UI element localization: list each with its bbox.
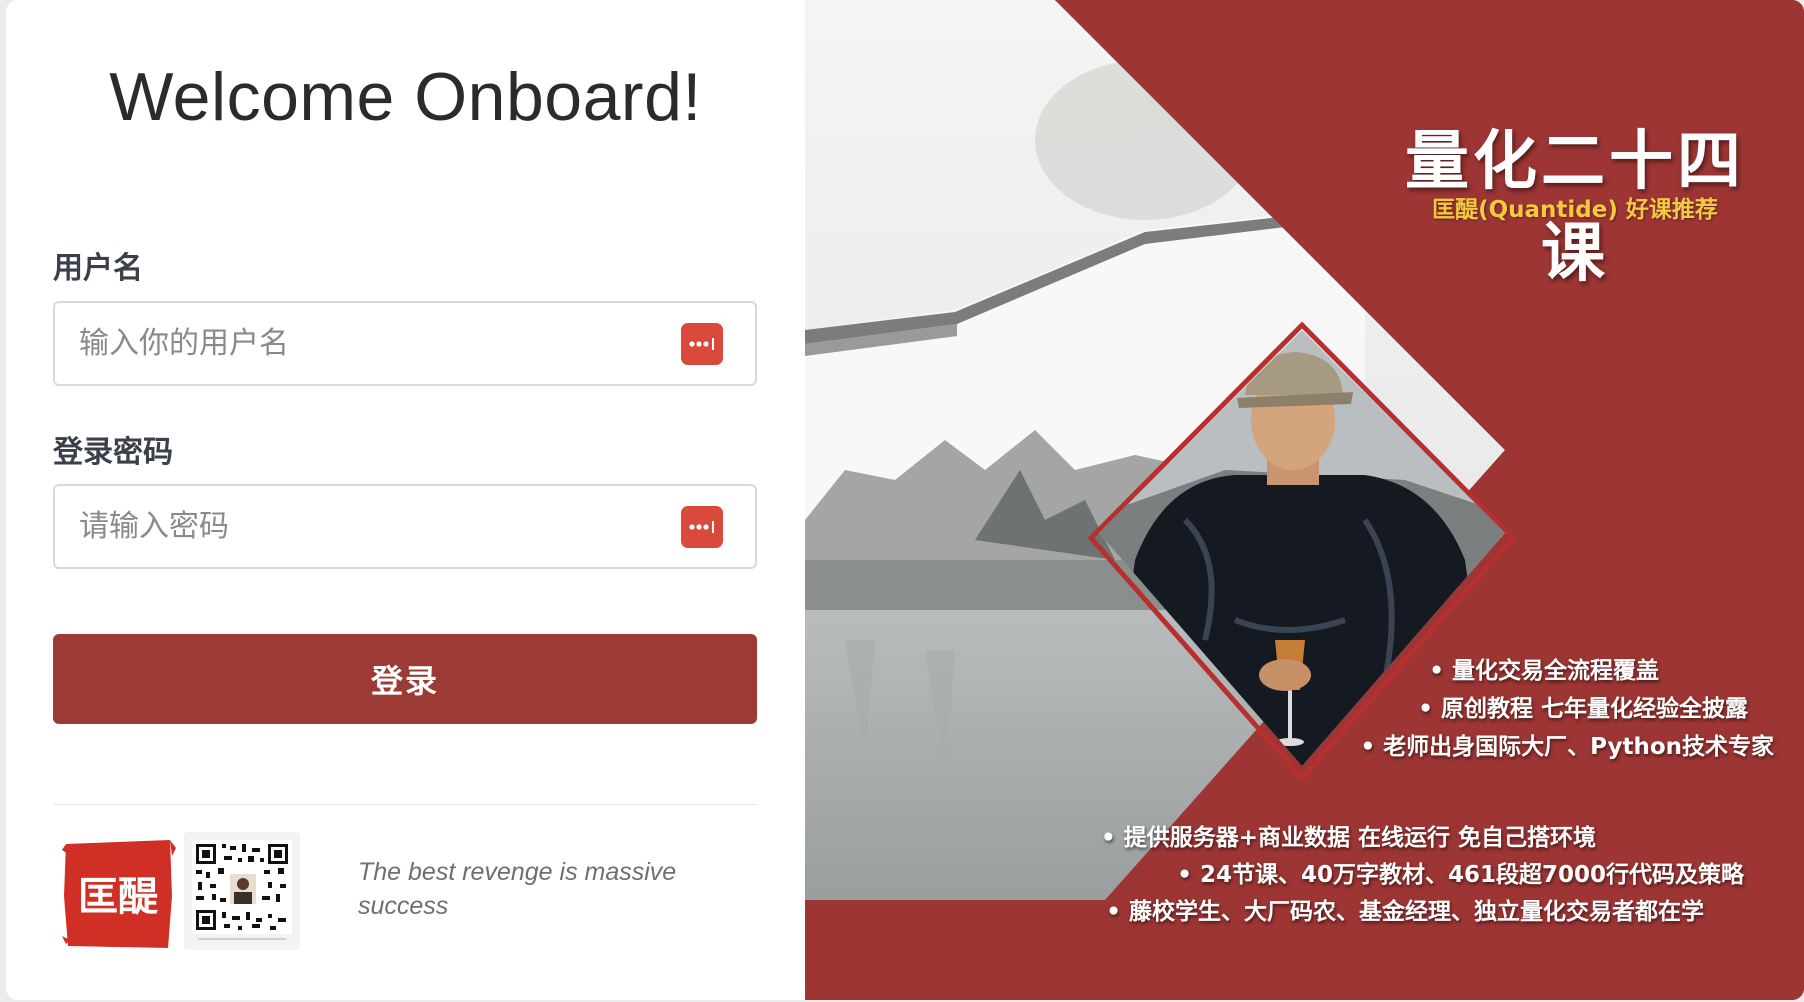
password-dots-icon[interactable]: [681, 506, 723, 548]
divider: [53, 804, 757, 805]
username-field-wrapper: [53, 301, 757, 386]
list-item: • 24节课、40万字教材、461段超7000行代码及策略: [1177, 862, 1744, 888]
list-item: • 老师出身国际大厂、Python技术专家: [1360, 734, 1774, 760]
list-item: • 量化交易全流程覆盖: [1429, 658, 1659, 684]
login-button[interactable]: 登录: [53, 634, 757, 724]
login-panel: Welcome Onboard! 用户名 登录密码 登录: [6, 0, 805, 1000]
feature-list-top: • 量化交易全流程覆盖 • 原创教程 七年量化经验全披露 • 老师出身国际大厂、Pyt…: [1360, 652, 1774, 766]
username-input[interactable]: [55, 303, 755, 384]
quote-text: The best revenge is massive success: [358, 858, 677, 920]
brand-logo: 匡醍: [60, 836, 176, 951]
password-label: 登录密码: [53, 435, 173, 470]
logo-text: 匡醍: [78, 873, 159, 920]
list-item: • 提供服务器+商业数据 在线运行 免自己搭环境: [1101, 825, 1596, 851]
password-input[interactable]: [55, 486, 755, 567]
page-title: Welcome Onboard!: [109, 59, 702, 135]
promo-subtitle: 匡醍(Quantide) 好课推荐: [1432, 197, 1718, 223]
password-dots-icon[interactable]: [681, 323, 723, 365]
username-label: 用户名: [53, 251, 143, 286]
feature-list-bottom: • 提供服务器+商业数据 在线运行 免自己搭环境 • 24节课、40万字教材、461…: [1101, 820, 1744, 931]
promo-panel: 量化二十四课 匡醍(Quantide) 好课推荐 • 量化交易全流程覆盖 • 原创教…: [805, 0, 1804, 1000]
password-field-wrapper: [53, 484, 757, 569]
qr-code: [184, 832, 300, 950]
list-item: • 原创教程 七年量化经验全披露: [1418, 696, 1748, 722]
list-item: • 藤校学生、大厂码农、基金经理、独立量化交易者都在学: [1106, 899, 1704, 925]
